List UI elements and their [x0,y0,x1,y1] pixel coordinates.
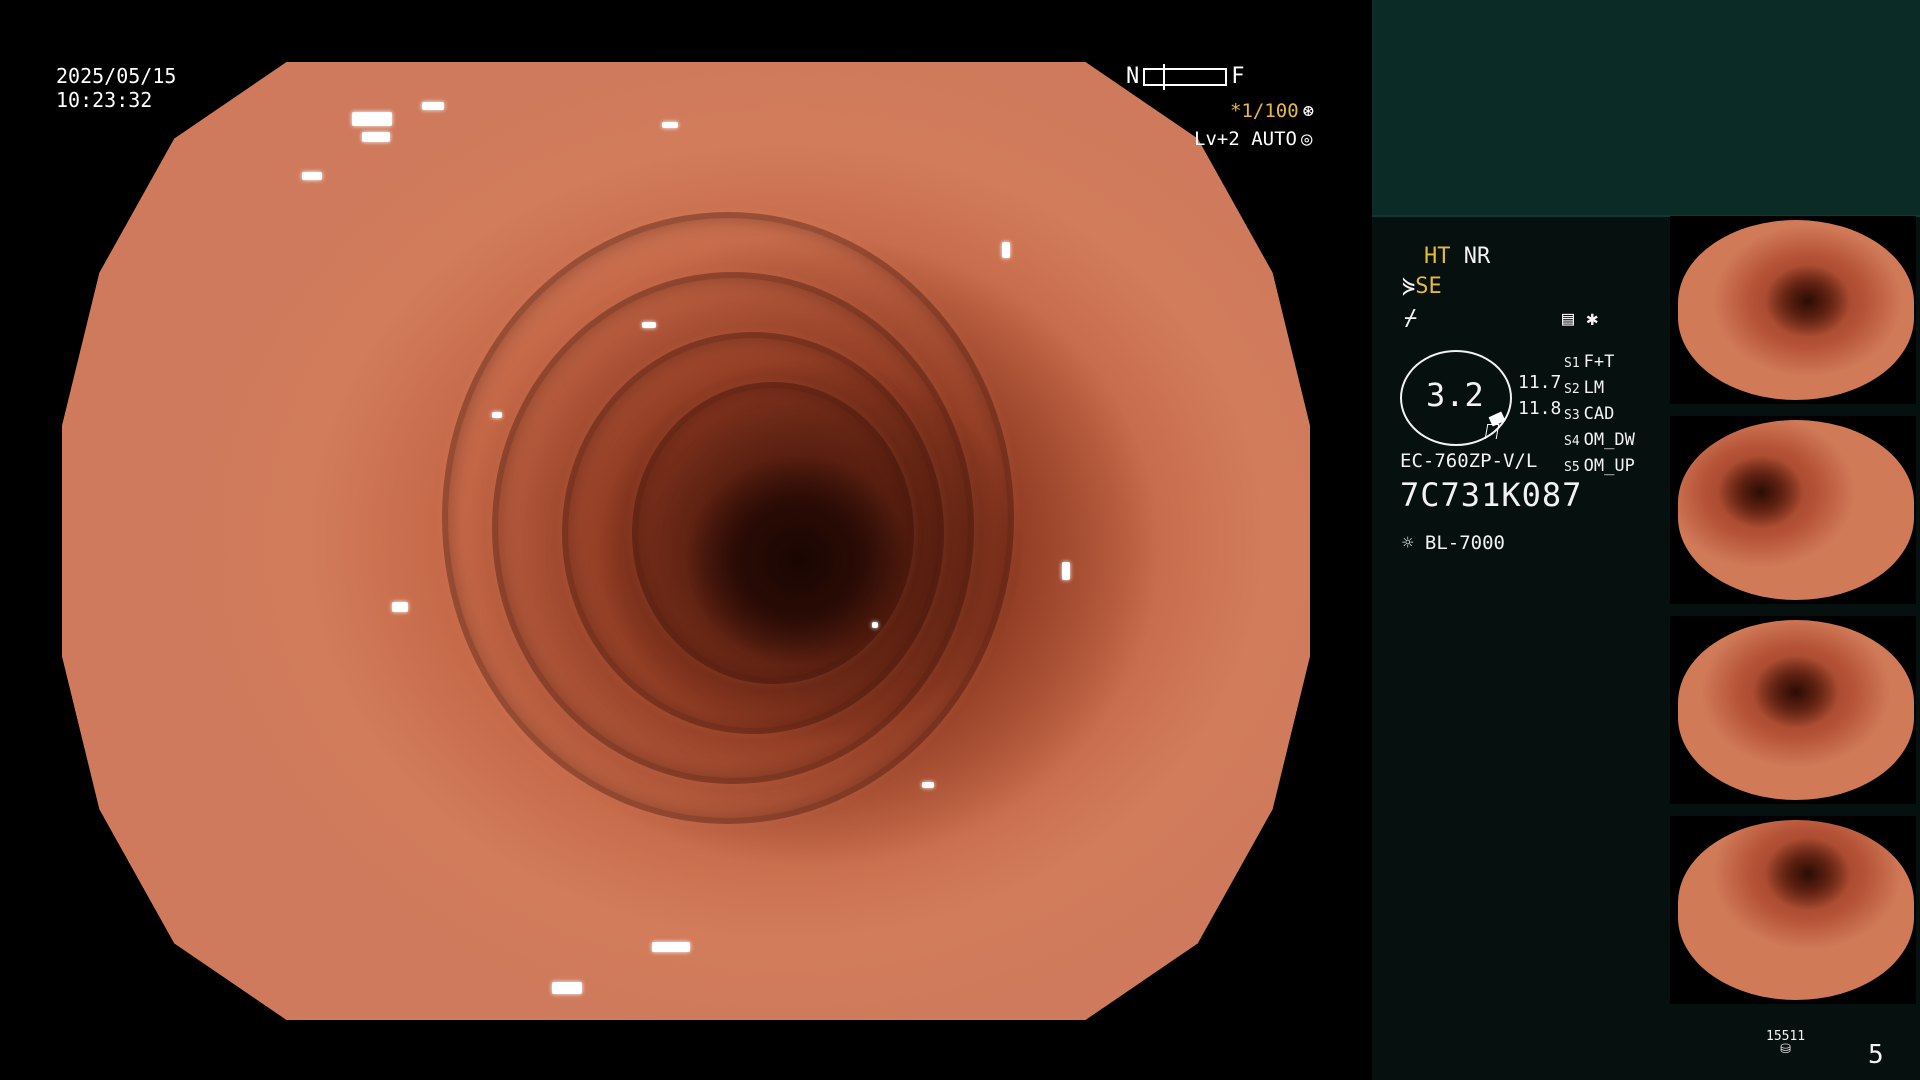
light-source-icon: ☼ [1402,532,1414,554]
light-source-label: BL-7000 [1424,532,1505,554]
specular-highlight [492,412,502,418]
specular-highlight [302,172,322,180]
endoscope-live-view: 2025/05/15 10:23:32 N F *1/100 ⊛ Lv+2 AUT… [0,0,1372,1080]
specular-highlight [662,122,678,128]
storage-icon: ⛁ [1780,1042,1792,1057]
panel-header-area [1372,0,1920,217]
time-text: 10:23:32 [56,88,153,112]
level-text: Lv+2 AUTO [1194,128,1297,150]
thumbnail-1[interactable] [1670,216,1916,404]
thumbnail-3[interactable] [1670,616,1916,804]
ht-nr-status: HT NR [1424,244,1490,269]
specular-highlight [652,942,690,952]
flash-icon: ⌿ [1404,306,1418,331]
scope-serial: 7C731K087 [1400,476,1583,514]
specular-highlight [352,112,392,126]
se-icon: ⋟ [1402,274,1416,299]
thumbnail-image [1678,620,1914,800]
scope-model: EC-760ZP-V/L [1400,450,1538,472]
shutter-text: *1/100 [1230,100,1299,122]
ht-label: HT [1424,244,1451,269]
zoom-square-mark [1488,411,1506,427]
focus-bar [1143,63,1228,90]
info-panel: HT NR ⋟SE ⌿ ▤ ✱ 3.2 11.7 11.8 S1 F+T S2 LM… [1372,0,1920,1080]
date-time-display: 2025/05/15 10:23:32 [56,64,176,112]
shutter-speed: *1/100 ⊛ [1230,100,1314,122]
nr-label: NR [1463,244,1491,269]
value-1: 11.7 [1518,372,1562,393]
iris-icon: ◎ [1300,128,1313,150]
brightness-level: Lv+2 AUTO ◎ [1194,128,1312,150]
near-label: N [1126,64,1140,89]
thumbnail-image [1678,420,1914,600]
value-2: 11.8 [1518,398,1562,419]
specular-highlight [872,622,878,628]
focus-marker [1163,63,1166,90]
endoscopic-image [62,62,1310,1020]
switch-setting: S1 F+T [1564,352,1615,372]
switch-setting: S2 LM [1564,378,1605,398]
zoom-value: 3.2 [1426,376,1484,414]
switch-settings-list: S1 F+T S2 LM S3 CAD S4 OM_DW S5 OM_UP [1564,350,1635,480]
specular-highlight [642,322,656,328]
se-label: SE [1415,274,1442,299]
shutter-icon: ⊛ [1302,100,1315,122]
page-number: 5 [1868,1040,1884,1070]
se-status: ⋟SE [1402,274,1442,299]
specular-highlight [922,782,934,788]
date-text: 2025/05/15 [56,64,177,88]
far-label: F [1231,64,1245,89]
switch-setting: S4 OM_DW [1564,430,1635,450]
thumbnail-2[interactable] [1670,416,1916,604]
specular-highlight [552,982,582,994]
switch-setting: S3 CAD [1564,404,1615,424]
thumbnail-image [1678,820,1914,1000]
mucosal-fold [632,382,914,684]
light-source: ☼ BL-7000 [1402,532,1505,554]
near-far-gauge: N F [1126,63,1245,90]
thumbnail-4[interactable] [1670,816,1916,1004]
specular-highlight [1002,242,1010,258]
specular-highlight [392,602,408,612]
specular-highlight [422,102,444,110]
specular-highlight [362,132,390,142]
thumbnail-image [1678,220,1914,400]
memory-icon: ▤ ✱ [1562,306,1599,330]
specular-highlight [1062,562,1070,580]
image-counter: 15511 ⛁ [1766,1030,1805,1056]
